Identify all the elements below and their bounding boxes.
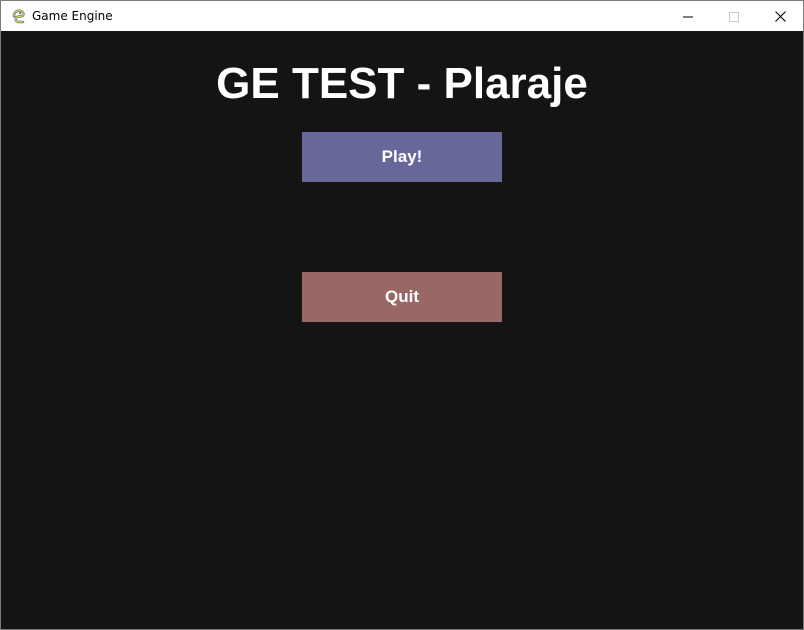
pygame-snake-icon[interactable] (11, 8, 27, 24)
game-title: GE TEST - Plaraje (216, 59, 588, 108)
close-icon (774, 7, 786, 26)
maximize-button[interactable] (711, 1, 757, 31)
game-canvas[interactable]: GE TEST - Plaraje Play! Quit (1, 31, 803, 629)
title-bar[interactable]: Game Engine (1, 1, 803, 31)
quit-button[interactable]: Quit (302, 272, 502, 322)
window-title: Game Engine (32, 9, 113, 23)
game-window: Game Engine GE TEST - Plaraje Play! Quit (0, 0, 804, 630)
play-button[interactable]: Play! (302, 132, 502, 182)
close-button[interactable] (757, 1, 803, 31)
maximize-icon (729, 7, 739, 26)
minimize-icon (683, 7, 693, 26)
minimize-button[interactable] (665, 1, 711, 31)
